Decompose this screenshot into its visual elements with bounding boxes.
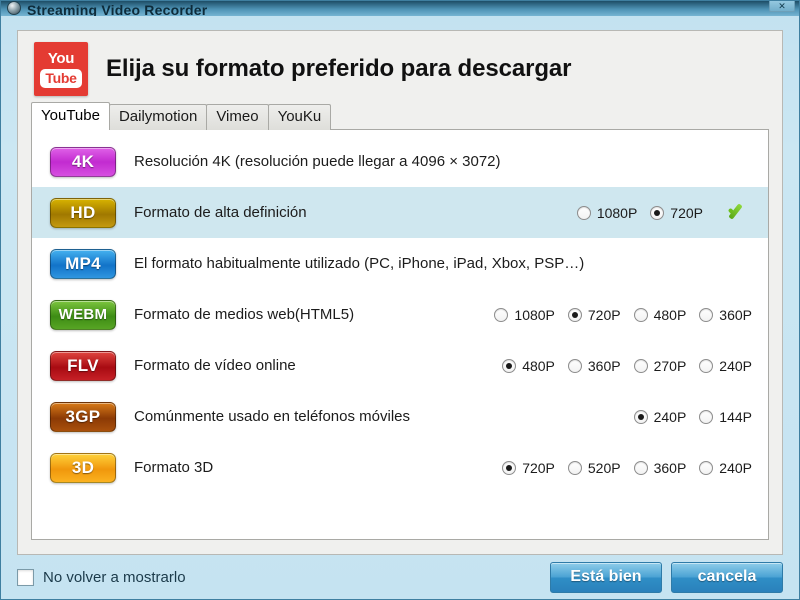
quality-option-label: 240P [653,408,687,425]
cancel-button[interactable]: cancela [671,561,783,593]
quality-option-label: 480P [522,357,555,374]
window-title: Streaming Video Recorder [27,2,208,16]
format-description: Formato de vídeo online [134,357,296,374]
dont-show-again-checkbox[interactable] [17,568,34,586]
quality-options: 1080P 720P 480P 360P [494,307,754,323]
quality-option-240p[interactable]: 240P [699,460,752,476]
quality-option-label: 360P [653,459,687,476]
dont-show-again-label: No volver a mostrarlo [43,568,186,586]
main-panel: You Tube Elija su formato preferido para… [17,30,783,555]
quality-option-1080p[interactable]: 1080P [494,306,555,323]
footer-buttons: Está bien cancela [550,561,783,593]
quality-options: 240P 144P [633,408,754,425]
ok-button[interactable]: Está bien [550,561,662,593]
page-title: Elija su formato preferido para descarga… [106,55,572,82]
format-description: El formato habitualmente utilizado (PC, … [134,255,585,272]
quality-option-label: 720P [670,204,703,221]
selected-checkmark-icon [726,202,752,224]
radio-240p[interactable] [699,358,714,373]
radio-240p[interactable] [699,460,714,475]
quality-option-label: 360P [719,306,752,323]
format-row-4k[interactable]: 4K Resolución 4K (resolución puede llegar… [32,136,768,187]
close-icon[interactable]: ✕ [769,1,795,12]
format-badge-mp4: MP4 [50,248,116,279]
app-window: Streaming Video Recorder ✕ You Tube Elij… [0,0,800,600]
quality-option-360p[interactable]: 360P [699,307,752,323]
quality-option-360p[interactable]: 360P [633,459,687,476]
format-description: Comúnmente usado en teléfonos móviles [134,408,410,425]
format-row-3d[interactable]: 3D Formato 3D 720P 520P 360P 240P [32,442,768,493]
format-description: Formato de alta definición [134,204,307,221]
format-badge-4k: 4K [50,146,116,177]
radio-520p[interactable] [567,460,582,475]
format-badge-3gp: 3GP [50,401,116,432]
format-description: Resolución 4K (resolución puede llegar a… [134,153,501,170]
quality-option-240p[interactable]: 240P [699,358,752,374]
quality-options: 720P 520P 360P 240P [502,460,754,476]
title-bar: Streaming Video Recorder ✕ [1,1,799,16]
radio-144p[interactable] [699,409,714,424]
format-row-mp4[interactable]: MP4 El formato habitualmente utilizado (P… [32,238,768,289]
format-row-hd[interactable]: HD Formato de alta definición 1080P 720P [32,187,768,238]
tab-dailymotion[interactable]: Dailymotion [108,104,208,130]
tab-vimeo[interactable]: Vimeo [206,104,269,130]
quality-option-label: 144P [719,408,752,425]
format-description: Formato 3D [134,459,214,476]
radio-270p[interactable] [633,358,648,373]
radio-240p[interactable] [633,409,648,424]
quality-option-label: 1080P [514,306,555,323]
quality-option-720p[interactable]: 720P [567,306,621,323]
format-row-3gp[interactable]: 3GP Comúnmente usado en teléfonos móviles… [32,391,768,442]
tab-youtube[interactable]: YouTube [31,102,110,130]
radio-720p[interactable] [650,205,665,220]
youtube-logo: You Tube [34,42,88,96]
quality-option-label: 520P [587,459,621,476]
tab-youku[interactable]: YouKu [267,104,332,130]
radio-720p[interactable] [567,307,582,322]
format-description: Formato de medios web(HTML5) [134,306,355,323]
quality-option-240p[interactable]: 240P [633,408,687,425]
quality-option-480p[interactable]: 480P [502,358,555,374]
quality-option-label: 240P [719,459,752,476]
quality-option-label: 270P [653,357,687,374]
format-badge-flv: FLV [50,350,116,381]
quality-option-720p[interactable]: 720P [502,460,555,476]
footer-bar: No volver a mostrarlo Está bien cancela [1,555,799,599]
format-row-flv[interactable]: FLV Formato de vídeo online 480P 360P 270P 24… [32,340,768,391]
disc-icon [7,1,21,15]
radio-480p[interactable] [633,307,648,322]
radio-360p[interactable] [633,460,648,475]
radio-720p[interactable] [502,460,517,475]
tab-bar: YouTube Dailymotion Vimeo YouKu [18,102,782,130]
youtube-logo-bottom: Tube [40,68,82,88]
format-badge-webm: WEBM [50,299,116,330]
quality-option-1080p[interactable]: 1080P [576,204,638,221]
quality-option-360p[interactable]: 360P [567,357,621,374]
dialog-header: You Tube Elija su formato preferido para… [18,31,782,104]
format-badge-3d: 3D [50,452,116,483]
format-row-webm[interactable]: WEBM Formato de medios web(HTML5) 1080P 720… [32,289,768,340]
quality-option-label: 1080P [596,204,638,221]
format-list: 4K Resolución 4K (resolución puede llegar… [31,129,769,540]
youtube-logo-top: You [47,49,75,67]
radio-360p[interactable] [567,358,582,373]
quality-option-270p[interactable]: 270P [633,357,687,374]
format-badge-hd: HD [50,197,116,228]
dont-show-again-control[interactable]: No volver a mostrarlo [17,568,186,586]
quality-option-480p[interactable]: 480P [633,306,687,323]
quality-option-label: 240P [719,357,752,374]
quality-option-520p[interactable]: 520P [567,459,621,476]
radio-360p[interactable] [699,307,714,322]
quality-option-720p[interactable]: 720P [650,205,703,221]
quality-option-label: 360P [587,357,621,374]
radio-1080p[interactable] [576,205,591,220]
quality-option-label: 720P [587,306,621,323]
quality-options: 1080P 720P [576,202,754,224]
radio-480p[interactable] [502,358,517,373]
quality-option-144p[interactable]: 144P [699,409,752,425]
quality-options: 480P 360P 270P 240P [502,358,754,374]
quality-option-label: 480P [653,306,687,323]
radio-1080p[interactable] [494,307,509,322]
quality-option-label: 720P [522,459,555,476]
